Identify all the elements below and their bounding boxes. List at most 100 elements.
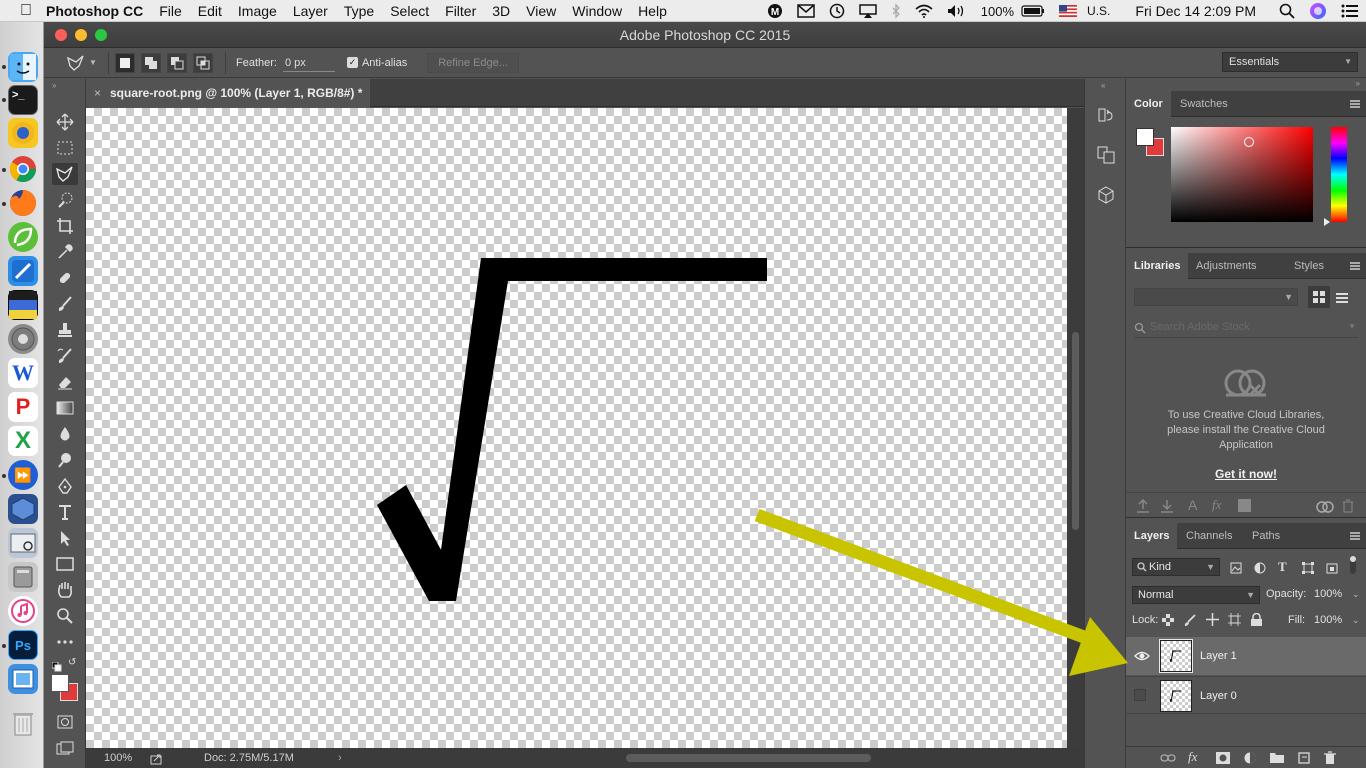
visibility-eye-icon[interactable] — [1134, 648, 1150, 664]
workspace-switcher[interactable]: Essentials ▼ — [1222, 52, 1358, 72]
stock-search[interactable]: Search Adobe Stock ▼ — [1134, 318, 1358, 338]
zoom-tool-icon[interactable] — [52, 605, 78, 627]
tab-swatches[interactable]: Swatches — [1172, 91, 1236, 117]
app-menu[interactable]: Photoshop CC — [40, 3, 151, 19]
lasso-tool-icon[interactable] — [52, 163, 78, 185]
tab-layers[interactable]: Layers — [1126, 523, 1178, 549]
trash-icon[interactable] — [8, 708, 38, 738]
quick-selection-tool-icon[interactable] — [52, 189, 78, 211]
menu-image[interactable]: Image — [230, 3, 285, 19]
eraser-tool-icon[interactable] — [52, 371, 78, 393]
tab-paths[interactable]: Paths — [1244, 523, 1288, 549]
shape-layer-filter-icon[interactable] — [1302, 562, 1314, 574]
flag-app-icon[interactable] — [8, 290, 38, 320]
terminal-icon[interactable]: >_ — [8, 85, 38, 115]
screenshot-app-icon[interactable] — [8, 528, 38, 558]
mail-icon[interactable] — [790, 4, 822, 18]
itunes-icon[interactable] — [8, 596, 38, 626]
tool-preset-picker[interactable]: ▼ — [66, 54, 102, 72]
photoshop-icon[interactable]: Ps — [8, 630, 38, 660]
add-fill-color-icon[interactable] — [1238, 499, 1251, 512]
tab-libraries[interactable]: Libraries — [1126, 253, 1189, 279]
lock-position-icon[interactable] — [1206, 613, 1219, 626]
tab-channels[interactable]: Channels — [1178, 523, 1240, 549]
intersect-selection-button[interactable] — [193, 52, 213, 73]
input-source[interactable]: U.S. — [1080, 4, 1117, 18]
fill-input[interactable]: 100% — [1314, 614, 1342, 626]
vlc-like-app-icon[interactable] — [8, 118, 38, 148]
battery-icon[interactable] — [1021, 5, 1052, 17]
refine-edge-button[interactable]: Refine Edge... — [427, 52, 519, 73]
lock-pixels-icon[interactable] — [1184, 614, 1196, 626]
blend-mode-select[interactable]: Normal ▼ — [1132, 586, 1260, 604]
lock-transparency-icon[interactable] — [1162, 614, 1174, 626]
delete-layer-icon[interactable] — [1324, 751, 1336, 764]
menu-type[interactable]: Type — [336, 3, 382, 19]
fast-forward-app-icon[interactable]: ⏩ — [8, 460, 38, 490]
system-preferences-icon[interactable] — [8, 324, 38, 354]
close-document-icon[interactable]: × — [94, 79, 101, 107]
clock[interactable]: Fri Dec 14 2:09 PM — [1117, 3, 1272, 19]
layer-name[interactable]: Layer 0 — [1200, 677, 1237, 715]
color-field[interactable] — [1171, 127, 1313, 222]
type-tool-icon[interactable] — [52, 501, 78, 523]
list-view-icon[interactable] — [1336, 291, 1348, 309]
menu-file[interactable]: File — [151, 3, 190, 19]
move-tool-icon[interactable] — [52, 111, 78, 133]
finder-icon[interactable] — [8, 52, 38, 82]
firefox-icon[interactable] — [8, 188, 38, 218]
tab-adjustments[interactable]: Adjustments — [1188, 253, 1265, 279]
more-tools-icon[interactable] — [52, 631, 78, 653]
feather-input[interactable]: 0 px — [282, 53, 335, 72]
disk-utility-icon[interactable] — [8, 562, 38, 592]
add-character-style-icon[interactable]: A — [1188, 497, 1197, 513]
tab-styles[interactable]: Styles — [1286, 253, 1332, 279]
spotlight-search-icon[interactable] — [1272, 3, 1302, 19]
pen-tool-icon[interactable] — [52, 475, 78, 497]
layer-thumbnail[interactable] — [1160, 680, 1192, 712]
color-fg-swatch[interactable] — [1136, 128, 1154, 146]
document-canvas[interactable] — [86, 108, 1067, 750]
export-icon[interactable] — [150, 752, 162, 768]
link-layers-icon[interactable] — [1160, 753, 1176, 763]
menu-layer[interactable]: Layer — [285, 3, 336, 19]
menu-select[interactable]: Select — [382, 3, 437, 19]
panel-menu-icon[interactable] — [1350, 532, 1360, 540]
status-menu-arrow-icon[interactable]: › — [338, 748, 342, 768]
airplay-icon[interactable] — [852, 4, 884, 18]
healing-brush-tool-icon[interactable] — [52, 267, 78, 289]
properties-panel-icon[interactable] — [1094, 143, 1118, 167]
vertical-scrollbar[interactable] — [1067, 108, 1084, 748]
get-it-now-link[interactable]: Get it now! — [1126, 467, 1366, 481]
gradient-tool-icon[interactable] — [52, 397, 78, 419]
hue-slider[interactable] — [1331, 127, 1347, 222]
collapse-panel-icon[interactable]: » — [52, 81, 56, 90]
menu-edit[interactable]: Edit — [190, 3, 230, 19]
add-mask-icon[interactable] — [1216, 752, 1230, 764]
malwarebytes-icon[interactable]: M — [760, 3, 790, 19]
menu-3d[interactable]: 3D — [484, 3, 518, 19]
collapse-panel-icon[interactable]: » — [1356, 79, 1360, 88]
new-selection-button[interactable] — [115, 52, 135, 73]
collapse-panel-icon[interactable]: « — [1101, 81, 1105, 90]
new-adjustment-layer-icon[interactable] — [1244, 752, 1256, 764]
blur-tool-icon[interactable] — [52, 423, 78, 445]
volume-icon[interactable] — [940, 4, 974, 18]
add-content-icon[interactable] — [1160, 499, 1174, 513]
path-selection-tool-icon[interactable] — [52, 527, 78, 549]
library-select[interactable]: ▼ — [1134, 288, 1298, 306]
history-panel-icon[interactable] — [1094, 103, 1118, 127]
menu-filter[interactable]: Filter — [437, 3, 484, 19]
crop-tool-icon[interactable] — [52, 215, 78, 237]
filter-toggle[interactable] — [1350, 556, 1356, 574]
grid-view-icon[interactable] — [1308, 286, 1330, 308]
spring-app-icon[interactable] — [8, 222, 38, 252]
add-to-selection-button[interactable] — [141, 52, 161, 73]
bluetooth-icon[interactable] — [884, 3, 908, 19]
document-tab[interactable]: × square-root.png @ 100% (Layer 1, RGB/8… — [86, 79, 370, 107]
hue-slider-handle-icon[interactable] — [1324, 218, 1330, 226]
foreground-color-swatch[interactable] — [51, 674, 69, 692]
visibility-toggle-off[interactable] — [1134, 689, 1146, 701]
menu-view[interactable]: View — [518, 3, 564, 19]
lock-all-icon[interactable] — [1251, 613, 1262, 626]
